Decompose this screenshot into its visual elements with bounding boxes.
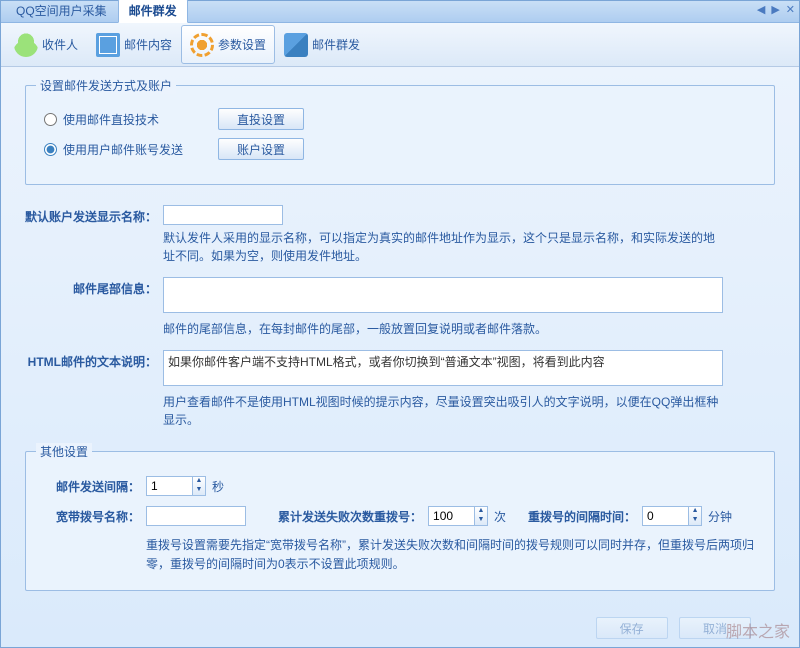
close-icon[interactable]: ✕ xyxy=(786,3,795,16)
chevron-down-icon[interactable]: ▼ xyxy=(475,516,487,525)
radio-direct-label[interactable]: 使用邮件直投技术 xyxy=(44,111,194,128)
content-area: 设置邮件发送方式及账户 使用邮件直投技术 直投设置 使用用户邮件账号发送 账户设… xyxy=(1,67,799,647)
chevron-up-icon[interactable]: ▲ xyxy=(193,477,205,486)
dial-input[interactable] xyxy=(146,506,246,526)
toolbar-send[interactable]: 邮件群发 xyxy=(275,25,369,64)
footer-buttons: 保存 取消 xyxy=(25,611,775,639)
other-settings-legend: 其他设置 xyxy=(36,443,92,460)
tab-qq-collect[interactable]: QQ空间用户采集 xyxy=(5,0,118,22)
toolbar-content[interactable]: 邮件内容 xyxy=(87,25,181,64)
app-window: QQ空间用户采集 邮件群发 ◀ ▶ ✕ 收件人 邮件内容 参数设置 邮件群发 设… xyxy=(0,0,800,648)
send-icon xyxy=(284,33,308,57)
footer-textarea[interactable] xyxy=(163,277,723,313)
interval-label: 邮件发送间隔： xyxy=(44,478,140,495)
radio-direct[interactable] xyxy=(44,113,57,126)
redial-label: 重拨号的间隔时间： xyxy=(528,508,636,525)
send-method-legend: 设置邮件发送方式及账户 xyxy=(36,77,176,94)
toolbar-params[interactable]: 参数设置 xyxy=(181,25,275,64)
radio-account-label[interactable]: 使用用户邮件账号发送 xyxy=(44,141,194,158)
toolbar-recipients-label: 收件人 xyxy=(42,36,78,53)
fail-unit: 次 xyxy=(494,508,506,525)
gear-icon xyxy=(190,33,214,57)
other-hint: 重拨号设置需要先指定“宽带拨号名称”，累计发送失败次数和间隔时间的拨号规则可以同… xyxy=(146,536,756,574)
display-name-hint: 默认发件人采用的显示名称，可以指定为真实的邮件地址作为显示，这个只是显示名称，和… xyxy=(163,229,723,265)
dial-label: 宽带拨号名称： xyxy=(44,508,140,525)
radio-account[interactable] xyxy=(44,143,57,156)
redial-input[interactable] xyxy=(642,506,688,526)
send-method-group: 设置邮件发送方式及账户 使用邮件直投技术 直投设置 使用用户邮件账号发送 账户设… xyxy=(25,85,775,185)
prev-icon[interactable]: ◀ xyxy=(757,3,765,16)
chevron-down-icon[interactable]: ▼ xyxy=(689,516,701,525)
html-desc-hint: 用户查看邮件不是使用HTML视图时候的提示内容，尽量设置突出吸引人的文字说明，以… xyxy=(163,393,723,429)
mail-icon xyxy=(96,33,120,57)
cancel-button[interactable]: 取消 xyxy=(679,617,751,639)
interval-spinner[interactable]: ▲▼ xyxy=(146,476,206,496)
display-name-row: 默认账户发送显示名称： 默认发件人采用的显示名称，可以指定为真实的邮件地址作为显… xyxy=(25,205,775,265)
user-icon xyxy=(14,33,38,57)
fail-label: 累计发送失败次数重拨号： xyxy=(278,508,422,525)
save-button[interactable]: 保存 xyxy=(596,617,668,639)
toolbar: 收件人 邮件内容 参数设置 邮件群发 xyxy=(1,23,799,67)
redial-spinner[interactable]: ▲▼ xyxy=(642,506,702,526)
toolbar-recipients[interactable]: 收件人 xyxy=(5,25,87,64)
main-tabstrip: QQ空间用户采集 邮件群发 ◀ ▶ ✕ xyxy=(1,1,799,23)
toolbar-params-label: 参数设置 xyxy=(218,36,266,53)
html-desc-label: HTML邮件的文本说明： xyxy=(25,350,163,429)
redial-unit: 分钟 xyxy=(708,508,732,525)
interval-input[interactable] xyxy=(146,476,192,496)
interval-unit: 秒 xyxy=(212,478,224,495)
chevron-up-icon[interactable]: ▲ xyxy=(475,507,487,516)
tab-mail-send[interactable]: 邮件群发 xyxy=(118,0,188,23)
toolbar-content-label: 邮件内容 xyxy=(124,36,172,53)
fail-spinner[interactable]: ▲▼ xyxy=(428,506,488,526)
footer-hint: 邮件的尾部信息，在每封邮件的尾部，一般放置回复说明或者邮件落款。 xyxy=(163,320,723,338)
display-name-label: 默认账户发送显示名称： xyxy=(25,205,163,265)
html-desc-textarea[interactable]: 如果你邮件客户端不支持HTML格式，或者你切换到“普通文本”视图，将看到此内容 xyxy=(163,350,723,386)
footer-label: 邮件尾部信息： xyxy=(25,277,163,338)
chevron-up-icon[interactable]: ▲ xyxy=(689,507,701,516)
footer-row: 邮件尾部信息： 邮件的尾部信息，在每封邮件的尾部，一般放置回复说明或者邮件落款。 xyxy=(25,277,775,338)
chevron-down-icon[interactable]: ▼ xyxy=(193,486,205,495)
toolbar-send-label: 邮件群发 xyxy=(312,36,360,53)
fail-input[interactable] xyxy=(428,506,474,526)
next-icon[interactable]: ▶ xyxy=(771,3,779,16)
window-controls: ◀ ▶ ✕ xyxy=(757,3,795,16)
direct-settings-button[interactable]: 直投设置 xyxy=(218,108,304,130)
display-name-input[interactable] xyxy=(163,205,283,225)
html-desc-row: HTML邮件的文本说明： 如果你邮件客户端不支持HTML格式，或者你切换到“普通… xyxy=(25,350,775,429)
account-settings-button[interactable]: 账户设置 xyxy=(218,138,304,160)
other-settings-group: 其他设置 邮件发送间隔： ▲▼ 秒 宽带拨号名称： 累计发送失败次数重拨号： ▲… xyxy=(25,451,775,591)
